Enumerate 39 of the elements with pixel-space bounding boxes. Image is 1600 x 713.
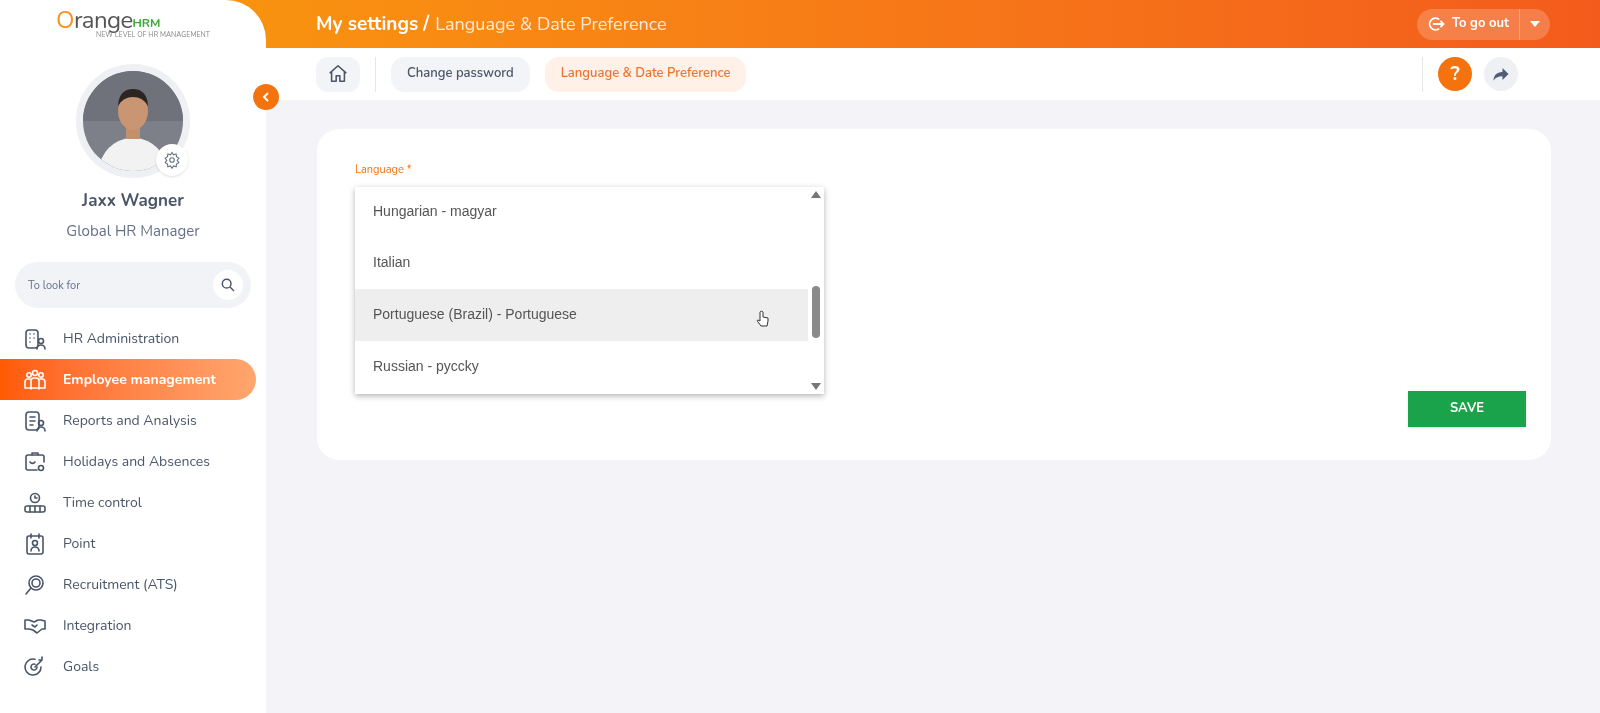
nav-item[interactable]: Goals [0,646,256,687]
search-field[interactable]: To look for [15,262,251,308]
nav-icon [23,326,47,351]
nav-item[interactable]: Integration [0,605,256,646]
nav-item[interactable]: Point [0,523,256,564]
nav-item[interactable]: Time control [0,482,256,523]
home-icon [327,63,349,85]
field-label: Language * [355,162,413,179]
nav-icon [23,449,47,474]
nav-item[interactable]: Reports and Analysis [0,400,256,441]
dropdown-option[interactable]: Russian - pyccky [355,340,808,393]
nav-item[interactable]: HR Administration [0,318,256,359]
nav-icon [23,367,47,392]
page-title: My settings / [316,9,430,39]
settings-icon [163,151,181,169]
profile-role: Global HR Manager [66,219,200,242]
pointer-cursor-icon [756,309,770,328]
logout-icon [1426,14,1447,34]
chevron-left-icon [260,91,272,103]
dropdown-option[interactable]: Portuguese (Brazil) - Portuguese [355,288,808,341]
share-button[interactable] [1484,57,1518,91]
scrollbar-thumb[interactable] [812,285,820,338]
nav-icon [23,408,47,433]
scroll-down-icon[interactable] [811,382,821,390]
page-subtitle: Language & Date Preference [435,10,667,38]
scroll-up-icon[interactable] [811,190,821,198]
dropdown-option[interactable]: Italian [355,236,808,289]
home-button[interactable] [316,56,360,92]
nav-icon [23,531,47,556]
nav-item[interactable]: Holidays and Absences [0,441,256,482]
nav-icon [23,490,47,515]
nav-item[interactable]: Recruitment (ATS) [0,564,256,605]
profile-name: Jaxx Wagner [82,188,184,214]
collapse-button[interactable] [253,84,279,110]
tab[interactable]: Change password [391,56,530,92]
scrollbar[interactable] [808,186,824,394]
nav-icon [23,572,47,597]
dropdown-option[interactable]: Hungarian - magyar [355,186,808,237]
settings-button[interactable] [156,144,188,176]
